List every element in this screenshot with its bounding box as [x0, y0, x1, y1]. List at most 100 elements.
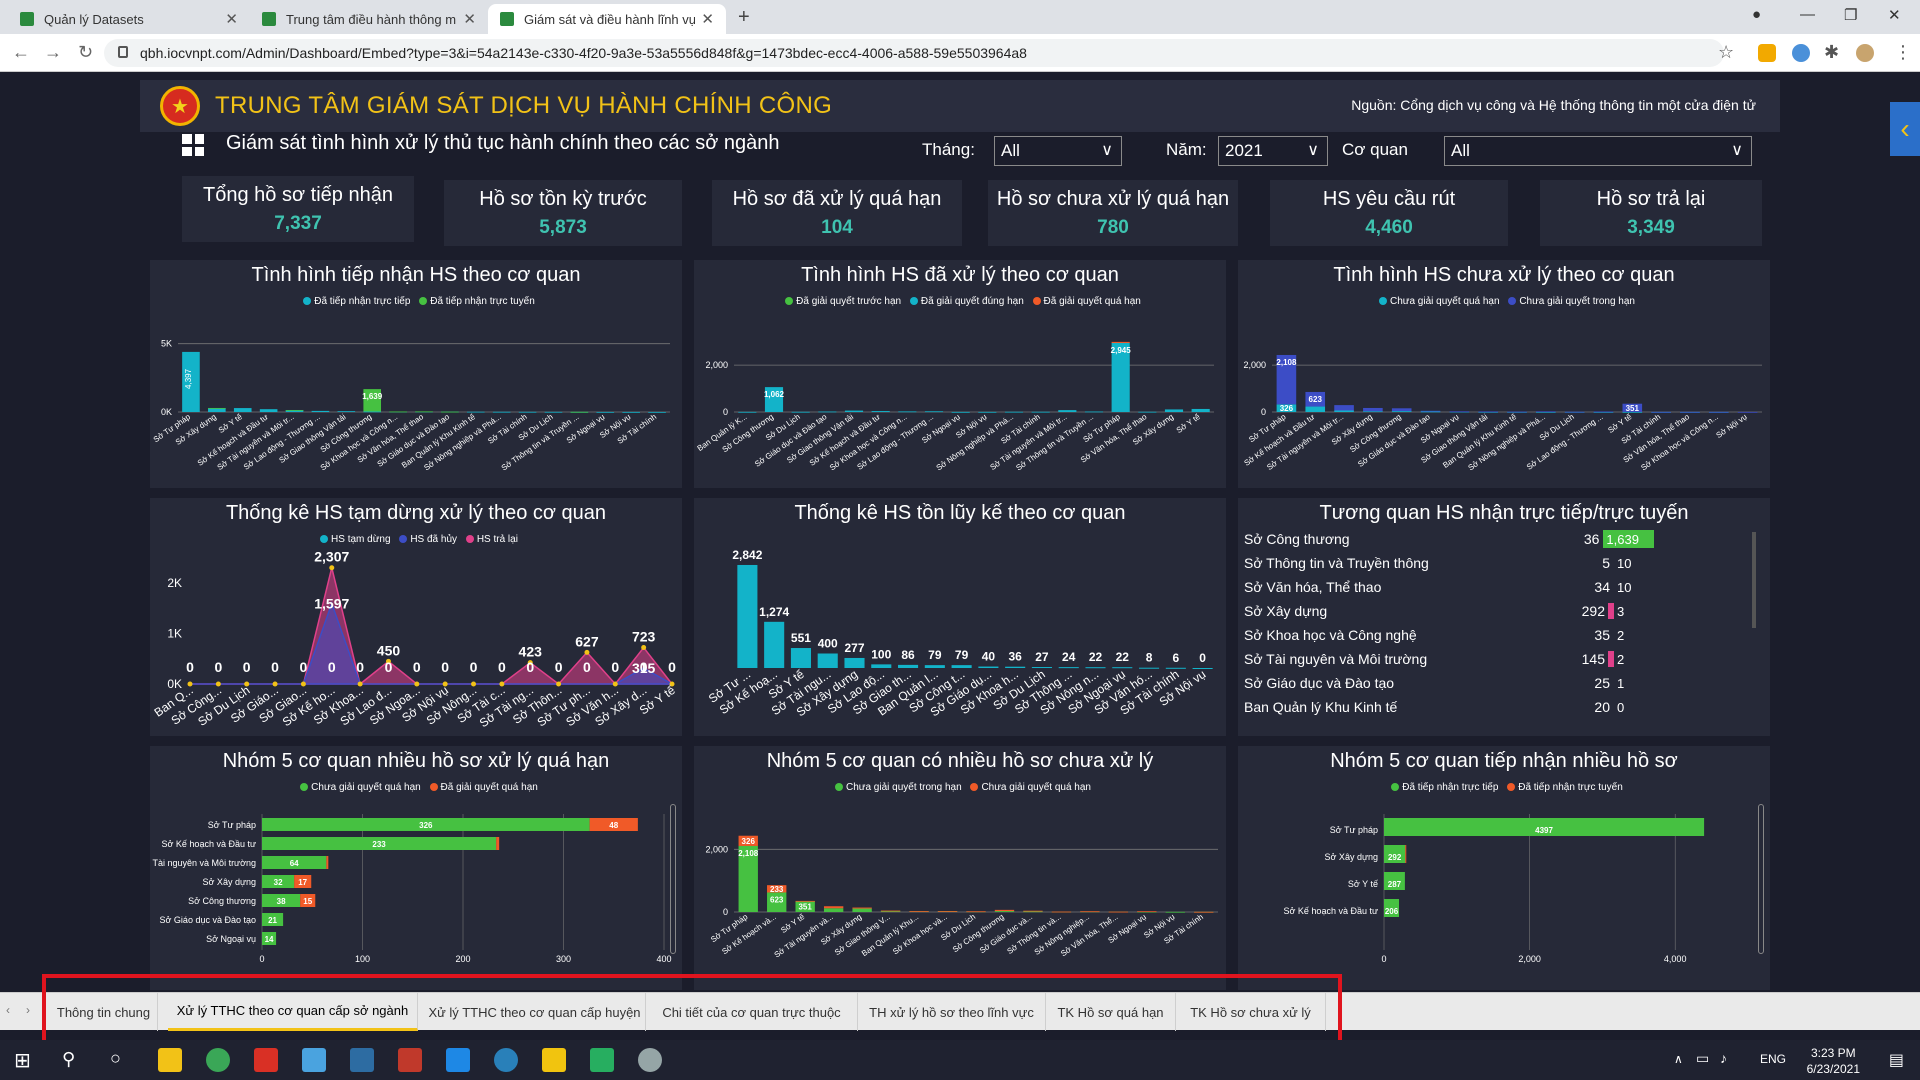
network-icon[interactable]: ▭	[1696, 1050, 1709, 1067]
chart-accumulated-backlog: 2,842Sở Tư ...1,274Sở Kế hoạ...551Sở Y t…	[706, 548, 1213, 719]
chrome-icon[interactable]	[206, 1048, 230, 1072]
profile-menu-icon[interactable]: ●	[1752, 6, 1761, 23]
bar	[1391, 408, 1412, 412]
data-label: 351	[798, 903, 812, 912]
puzzle-icon[interactable]: ✱	[1824, 42, 1839, 63]
app-icon[interactable]	[446, 1048, 470, 1072]
app-icon[interactable]	[638, 1048, 662, 1072]
bar	[1680, 411, 1700, 413]
year-label: Năm:	[1166, 140, 1207, 159]
bookmark-star-icon[interactable]: ☆	[1718, 42, 1734, 63]
y-tick-label: Sở Ngoại vụ	[206, 934, 256, 944]
avatar[interactable]	[1856, 44, 1874, 62]
data-label: 351	[1626, 404, 1640, 413]
bar	[1334, 410, 1354, 412]
bar	[1737, 411, 1758, 413]
search-icon[interactable]: ⚲	[62, 1049, 75, 1070]
volume-icon[interactable]: ♪	[1720, 1050, 1727, 1066]
scrollbar[interactable]	[670, 804, 676, 954]
y-tick-label: 2K	[167, 576, 182, 590]
bar	[1051, 911, 1072, 913]
minimize-icon[interactable]: —	[1800, 6, 1815, 23]
browser-tab-operations[interactable]: Trung tâm điều hành thông minh ✕	[250, 4, 488, 34]
data-label: 14	[265, 935, 274, 944]
grid-icon	[182, 134, 204, 156]
reload-icon[interactable]: ↻	[78, 42, 93, 63]
bar	[1165, 911, 1185, 913]
data-label: 0	[214, 659, 222, 675]
chevron-down-icon: ∨	[1101, 142, 1113, 159]
data-label: 36	[1008, 650, 1022, 664]
data-label: 1,639	[362, 392, 383, 401]
file-explorer-icon[interactable]	[158, 1048, 182, 1072]
language-indicator[interactable]: ENG	[1760, 1052, 1786, 1066]
data-label: 1,274	[759, 605, 789, 619]
data-label: 38	[277, 897, 286, 906]
notification-icon[interactable]: ▤	[1889, 1050, 1904, 1070]
close-icon[interactable]: ✕	[463, 10, 476, 28]
y-tick-label: 5K	[161, 339, 172, 349]
data-label: 6	[1172, 651, 1179, 665]
bar	[823, 908, 844, 912]
bar	[823, 906, 844, 909]
data-label: 0	[668, 659, 676, 675]
app-icon[interactable]	[302, 1048, 326, 1072]
direct-count: 35	[1594, 627, 1610, 643]
data-label: 0	[441, 659, 449, 675]
url-field[interactable]: qbh.iocvnpt.com/Admin/Dashboard/Embed?ty…	[104, 39, 1724, 67]
scrollbar[interactable]	[1752, 532, 1756, 628]
app-icon[interactable]	[254, 1048, 278, 1072]
app-icon[interactable]	[350, 1048, 374, 1072]
restore-icon[interactable]: ❐	[1844, 6, 1857, 24]
more-icon[interactable]: ⋮	[1894, 42, 1912, 63]
month-select[interactable]: All ∨	[994, 136, 1122, 166]
y-tick-label: Sở Tư pháp	[1330, 825, 1378, 835]
close-icon[interactable]: ✕	[701, 10, 714, 28]
forward-icon[interactable]: →	[44, 42, 62, 63]
windows-start-icon[interactable]: ⊞	[14, 1048, 31, 1073]
app-icon[interactable]	[398, 1048, 422, 1072]
bar	[1305, 406, 1326, 412]
bar	[817, 653, 838, 668]
collapse-panel-chevron-icon[interactable]: ‹	[1890, 102, 1920, 156]
bar	[1058, 667, 1079, 669]
bar	[1165, 667, 1186, 669]
chart-suspended-by-agency: 0K1K2K0 0 0 0 02,30704500 0 0 04230627072301,59…	[152, 549, 678, 730]
back-icon[interactable]: ←	[12, 42, 30, 63]
bar	[1112, 667, 1133, 669]
tab-scroll-left-icon[interactable]: ‹	[6, 1003, 10, 1017]
year-select[interactable]: 2021 ∨	[1218, 136, 1328, 166]
direct-count: 145	[1574, 651, 1614, 667]
close-icon[interactable]: ✕	[225, 10, 238, 28]
y-tick-label: Sở Kế hoạch và Đầu tư	[162, 839, 256, 849]
agency-select[interactable]: All ∨	[1444, 136, 1752, 166]
browser-tab-datasets[interactable]: Quản lý Datasets ✕	[8, 4, 250, 34]
x-tick-label: 100	[355, 954, 370, 964]
data-label: 0	[583, 659, 591, 675]
app-icon[interactable]	[590, 1048, 614, 1072]
tray-chevron-up-icon[interactable]: ∧	[1674, 1052, 1683, 1066]
scrollbar[interactable]	[1758, 804, 1764, 954]
x-tick-label: 2,000	[1518, 954, 1541, 964]
window-close-icon[interactable]: ✕	[1888, 6, 1901, 24]
extension-icon[interactable]	[1758, 44, 1776, 62]
bar	[326, 856, 329, 869]
clock[interactable]: 3:23 PM 6/23/2021	[1807, 1045, 1860, 1077]
bar	[898, 664, 919, 668]
data-label: 723	[632, 629, 656, 645]
data-label: 40	[982, 650, 996, 664]
online-count: 1	[1617, 675, 1625, 691]
browser-tab-monitoring[interactable]: Giám sát và điều hành lĩnh vực D ✕	[488, 4, 726, 34]
task-view-icon[interactable]: ○	[110, 1048, 121, 1069]
powerbi-icon[interactable]	[542, 1048, 566, 1072]
data-label: 100	[871, 647, 891, 661]
data-label: 0	[640, 659, 648, 675]
app-icon[interactable]	[494, 1048, 518, 1072]
bar	[1420, 410, 1441, 412]
kpi-backlog: Hồ sơ tồn kỳ trước 5,873	[444, 180, 682, 246]
bar	[1478, 411, 1498, 413]
tab-scroll-right-icon[interactable]: ›	[26, 1003, 30, 1017]
new-tab-icon[interactable]: +	[738, 6, 750, 29]
address-bar: ← → ↻ qbh.iocvnpt.com/Admin/Dashboard/Em…	[0, 34, 1920, 72]
extension-icon[interactable]	[1792, 44, 1810, 62]
